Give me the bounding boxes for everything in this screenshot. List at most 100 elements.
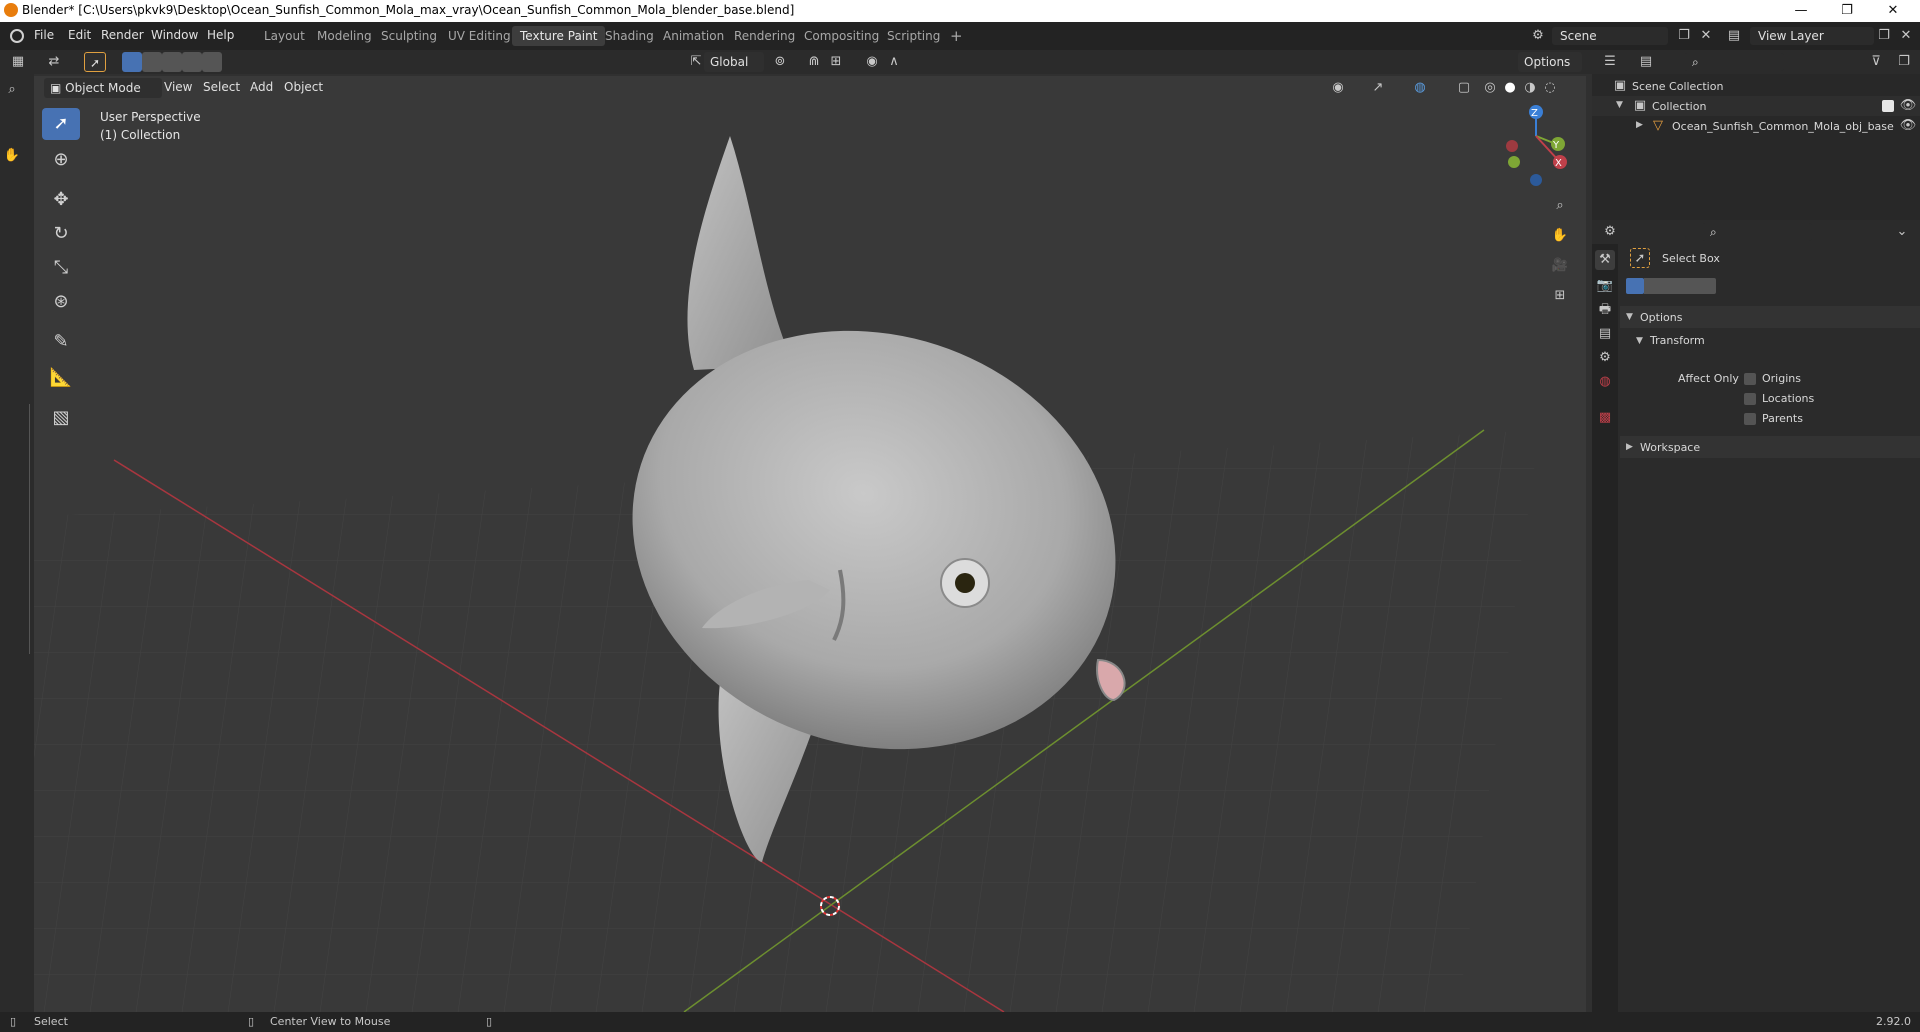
world-tab-icon[interactable]: ◍ bbox=[1595, 372, 1615, 392]
scale-tool-icon[interactable]: ⤡ bbox=[42, 252, 80, 284]
measure-tool-icon[interactable]: 📐 bbox=[42, 362, 80, 394]
cursor-tool-icon[interactable]: ⊕ bbox=[42, 144, 80, 176]
proportional-edit-icon[interactable]: ◉ bbox=[862, 52, 882, 72]
zoom-icon[interactable]: ⌕ bbox=[2, 80, 22, 100]
mode-set-icon[interactable] bbox=[122, 52, 142, 72]
wireframe-shading-icon[interactable]: ◎ bbox=[1480, 78, 1500, 98]
xray-icon[interactable]: ▢ bbox=[1454, 78, 1474, 98]
transform-tool-icon[interactable]: ⊛ bbox=[42, 286, 80, 318]
tab-layout[interactable]: Layout bbox=[256, 26, 313, 46]
object-eye-icon[interactable]: 👁 bbox=[1898, 116, 1918, 136]
mode-invert-icon[interactable] bbox=[202, 52, 222, 72]
new-collection-icon[interactable]: ❐ bbox=[1894, 52, 1914, 72]
output-tab-icon[interactable]: 🖶 bbox=[1595, 300, 1615, 320]
locations-checkbox[interactable] bbox=[1744, 393, 1756, 405]
select-mode-set-icon[interactable] bbox=[1626, 278, 1644, 294]
collection-eye-icon[interactable]: 👁 bbox=[1898, 96, 1918, 116]
visibility-icon[interactable]: ◉ bbox=[1328, 78, 1348, 98]
menu-add[interactable]: Add bbox=[250, 80, 273, 94]
select-box-mode-icon[interactable]: ➚ bbox=[84, 52, 106, 72]
tab-shading[interactable]: Shading bbox=[597, 26, 662, 46]
minimize-button[interactable]: — bbox=[1778, 0, 1824, 22]
view-layer-icon[interactable]: ▤ bbox=[1724, 26, 1744, 46]
expand-collection-icon[interactable]: ▼ bbox=[1616, 100, 1623, 110]
view-layer-tab-icon[interactable]: ▤ bbox=[1595, 324, 1615, 344]
pivot-point-icon[interactable]: ⊚ bbox=[770, 52, 790, 72]
material-shading-icon[interactable]: ◑ bbox=[1520, 78, 1540, 98]
properties-search-input[interactable]: ⌕ bbox=[1702, 223, 1812, 241]
new-view-layer-icon[interactable]: ❐ bbox=[1874, 26, 1894, 46]
scene-selector[interactable]: Scene bbox=[1552, 27, 1668, 45]
snap-target-icon[interactable]: ⊞ bbox=[826, 52, 846, 72]
menu-edit[interactable]: Edit bbox=[68, 28, 91, 42]
tool-settings-icon[interactable]: ⇄ bbox=[44, 52, 64, 72]
origins-checkbox[interactable] bbox=[1744, 373, 1756, 385]
gizmo-icon[interactable]: ↗ bbox=[1368, 78, 1388, 98]
remove-view-layer-icon[interactable]: ✕ bbox=[1896, 26, 1916, 46]
transform-subpanel-header[interactable]: ▼ Transform bbox=[1632, 330, 1920, 352]
view-layer-selector[interactable]: View Layer bbox=[1750, 27, 1874, 45]
rotate-tool-icon[interactable]: ↻ bbox=[42, 218, 80, 250]
overlay-icon[interactable]: ◍ bbox=[1410, 78, 1430, 98]
add-workspace-button[interactable]: + bbox=[942, 26, 971, 46]
display-mode-icon[interactable]: ▤ bbox=[1636, 52, 1656, 72]
outliner-row-object[interactable]: ▶ ▽ Ocean_Sunfish_Common_Mola_obj_base 👁 bbox=[1592, 116, 1920, 136]
outliner-search-input[interactable]: ⌕ bbox=[1684, 53, 1784, 71]
tab-texture-paint[interactable]: Texture Paint bbox=[512, 26, 606, 46]
snap-icon[interactable]: ⋒ bbox=[804, 52, 824, 72]
properties-editor-icon[interactable]: ⚙ bbox=[1600, 222, 1620, 242]
new-scene-icon[interactable]: ❐ bbox=[1674, 26, 1694, 46]
pan-view-icon[interactable]: ✋ bbox=[1550, 226, 1570, 246]
tab-modeling[interactable]: Modeling bbox=[309, 26, 380, 46]
parents-checkbox[interactable] bbox=[1744, 413, 1756, 425]
collection-include-checkbox[interactable] bbox=[1882, 100, 1894, 112]
select-mode-invert-icon[interactable] bbox=[1698, 278, 1716, 294]
expand-object-icon[interactable]: ▶ bbox=[1636, 120, 1643, 130]
tab-uv-editing[interactable]: UV Editing bbox=[440, 26, 519, 46]
3d-viewport[interactable]: Z Y X User Perspective (1) Collection ⌕ … bbox=[34, 100, 1586, 1012]
menu-file[interactable]: File bbox=[34, 28, 54, 42]
solid-shading-icon[interactable]: ● bbox=[1500, 78, 1520, 98]
perspective-toggle-icon[interactable]: ⊞ bbox=[1550, 286, 1570, 306]
properties-options-icon[interactable]: ⌄ bbox=[1892, 222, 1912, 242]
move-tool-icon[interactable]: ✥ bbox=[42, 184, 80, 216]
mode-subtract-icon[interactable] bbox=[162, 52, 182, 72]
filter-icon[interactable]: ⊽ bbox=[1866, 52, 1886, 72]
scene-icon[interactable]: ⚙ bbox=[1528, 26, 1548, 46]
menu-view[interactable]: View bbox=[164, 80, 192, 94]
outliner-editor-icon[interactable]: ☰ bbox=[1600, 52, 1620, 72]
tab-rendering[interactable]: Rendering bbox=[726, 26, 803, 46]
add-cube-tool-icon[interactable]: ▧ bbox=[42, 402, 80, 434]
close-window-button[interactable]: ✕ bbox=[1870, 0, 1916, 22]
menu-select[interactable]: Select bbox=[203, 80, 240, 94]
select-mode-intersect-icon[interactable] bbox=[1680, 278, 1698, 294]
options-dropdown[interactable]: Options bbox=[1518, 52, 1582, 72]
tool-tab-icon[interactable]: ⚒ bbox=[1595, 250, 1615, 270]
menu-window[interactable]: Window bbox=[151, 28, 198, 42]
outliner-row-collection[interactable]: ▼ ▣ Collection 👁 bbox=[1592, 96, 1920, 116]
tab-scripting[interactable]: Scripting bbox=[879, 26, 948, 46]
scene-tab-icon[interactable]: ⚙ bbox=[1595, 348, 1615, 368]
zoom-view-icon[interactable]: ⌕ bbox=[1550, 196, 1570, 216]
select-box-tool[interactable]: ➚ bbox=[42, 108, 80, 140]
editor-type-icon[interactable]: ▦ bbox=[8, 52, 28, 72]
menu-render[interactable]: Render bbox=[101, 28, 144, 42]
tab-sculpting[interactable]: Sculpting bbox=[373, 26, 445, 46]
outliner-row-scene-collection[interactable]: ▣ Scene Collection bbox=[1592, 76, 1920, 96]
mode-intersect-icon[interactable] bbox=[182, 52, 202, 72]
menu-help[interactable]: Help bbox=[207, 28, 234, 42]
mode-extend-icon[interactable] bbox=[142, 52, 162, 72]
tab-compositing[interactable]: Compositing bbox=[796, 26, 887, 46]
transform-orientation-dropdown[interactable]: Global bbox=[704, 52, 764, 72]
select-mode-extend-icon[interactable] bbox=[1644, 278, 1662, 294]
annotate-tool-icon[interactable]: ✎ bbox=[42, 326, 80, 358]
mode-selector[interactable]: ▣ Object Mode bbox=[44, 78, 162, 98]
options-panel-header[interactable]: ▼ Options bbox=[1620, 306, 1920, 328]
menu-object[interactable]: Object bbox=[284, 80, 323, 94]
blender-menu-icon[interactable] bbox=[10, 29, 24, 43]
rendered-shading-icon[interactable]: ◌ bbox=[1540, 78, 1560, 98]
workspace-panel-header[interactable]: ▶ Workspace bbox=[1620, 436, 1920, 458]
hand-icon[interactable]: ✋ bbox=[2, 146, 22, 166]
falloff-icon[interactable]: ∧ bbox=[884, 52, 904, 72]
camera-view-icon[interactable]: 🎥 bbox=[1550, 256, 1570, 276]
